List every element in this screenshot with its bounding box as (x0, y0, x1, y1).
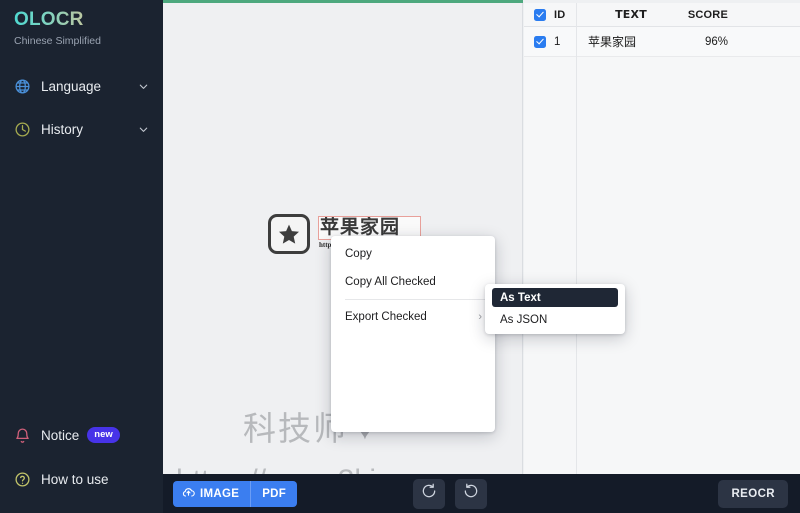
submenu-item-as-json[interactable]: As JSON (485, 310, 625, 329)
sidebar-nav: Language History (0, 66, 163, 149)
submenu-item-as-text[interactable]: As Text (492, 288, 618, 307)
rotate-left-button[interactable] (412, 478, 445, 509)
column-header-id: ID (554, 8, 566, 21)
sidebar-item-label-notice: Notice (41, 427, 80, 443)
context-menu-item-copy[interactable]: Copy (331, 243, 495, 265)
rotate-right-button[interactable] (454, 478, 487, 509)
submenu-label-as-text: As Text (500, 291, 541, 304)
context-menu-label-copy: Copy (345, 248, 372, 260)
app-root: OLOCR Chinese Simplified Language Histor… (0, 0, 800, 513)
context-menu: Copy Copy All Checked Export Checked › (331, 236, 495, 432)
rotate-cw-icon (463, 483, 479, 504)
rotate-ccw-icon (421, 483, 437, 504)
chevron-down-icon-language (137, 80, 149, 92)
sidebar-bottom-nav: Notice new How to use (0, 415, 163, 499)
sidebar-item-label-language: Language (41, 78, 102, 94)
context-submenu-export: As Text As JSON (485, 284, 625, 334)
result-table-header: ID TEXT SCORE (524, 3, 800, 27)
globe-icon (13, 77, 31, 95)
upload-image-button[interactable]: IMAGE (173, 480, 252, 507)
watermark-url: https://www.3kjs.com (176, 464, 456, 474)
sidebar-item-language[interactable]: Language (0, 66, 163, 106)
sidebar: OLOCR Chinese Simplified Language Histor… (0, 0, 163, 513)
reocr-button[interactable]: REOCR (718, 479, 788, 508)
column-header-text: TEXT (615, 8, 647, 21)
upload-button-group: IMAGE PDF (173, 480, 298, 507)
bell-icon (13, 426, 31, 444)
app-logo-title: OLOCR (14, 9, 163, 31)
bottom-toolbar: IMAGE PDF REOCR (163, 474, 800, 513)
upload-pdf-button[interactable]: PDF (251, 480, 298, 507)
upload-image-label: IMAGE (200, 487, 240, 500)
sidebar-item-notice[interactable]: Notice new (0, 415, 163, 455)
select-all-checkbox-cell (534, 8, 554, 21)
sidebar-item-label-history: History (41, 121, 84, 137)
table-row[interactable]: 1 苹果家园 96% (524, 27, 800, 57)
row-checkbox[interactable] (534, 35, 546, 48)
question-circle-icon (13, 470, 31, 488)
submenu-label-as-json: As JSON (500, 313, 548, 326)
reocr-label: REOCR (731, 487, 775, 500)
cell-score: 96% (704, 35, 728, 48)
clock-icon (13, 120, 31, 138)
app-language-label: Chinese Simplified (14, 35, 101, 47)
sidebar-item-history[interactable]: History (0, 109, 163, 149)
sidebar-item-how-to-use[interactable]: How to use (0, 459, 163, 499)
cloud-upload-icon (182, 486, 195, 502)
panel-vertical-divider (576, 3, 577, 474)
context-menu-item-export-checked[interactable]: Export Checked › (331, 306, 495, 328)
status-badge-new: new (87, 427, 120, 443)
chevron-right-icon: › (478, 310, 482, 323)
rotate-button-group (412, 478, 487, 509)
context-menu-label-export-checked: Export Checked (345, 311, 427, 323)
upload-pdf-label: PDF (262, 487, 287, 500)
context-menu-separator (345, 299, 485, 300)
brand: OLOCR Chinese Simplified (0, 0, 163, 48)
select-all-checkbox[interactable] (534, 8, 546, 21)
sidebar-item-label-how-to-use: How to use (41, 471, 109, 487)
cell-text: 苹果家园 (588, 35, 637, 49)
row-checkbox-cell (534, 35, 554, 48)
ocr-progress-bar (163, 0, 523, 3)
column-header-score: SCORE (687, 8, 728, 21)
context-menu-item-copy-all-checked[interactable]: Copy All Checked (331, 271, 495, 293)
ocr-result-panel: ID TEXT SCORE 1 苹果家园 96% (524, 3, 800, 474)
chevron-down-icon-history (137, 123, 149, 135)
star-icon (268, 214, 310, 254)
context-menu-label-copy-all-checked: Copy All Checked (345, 276, 436, 288)
cell-id: 1 (554, 35, 561, 48)
